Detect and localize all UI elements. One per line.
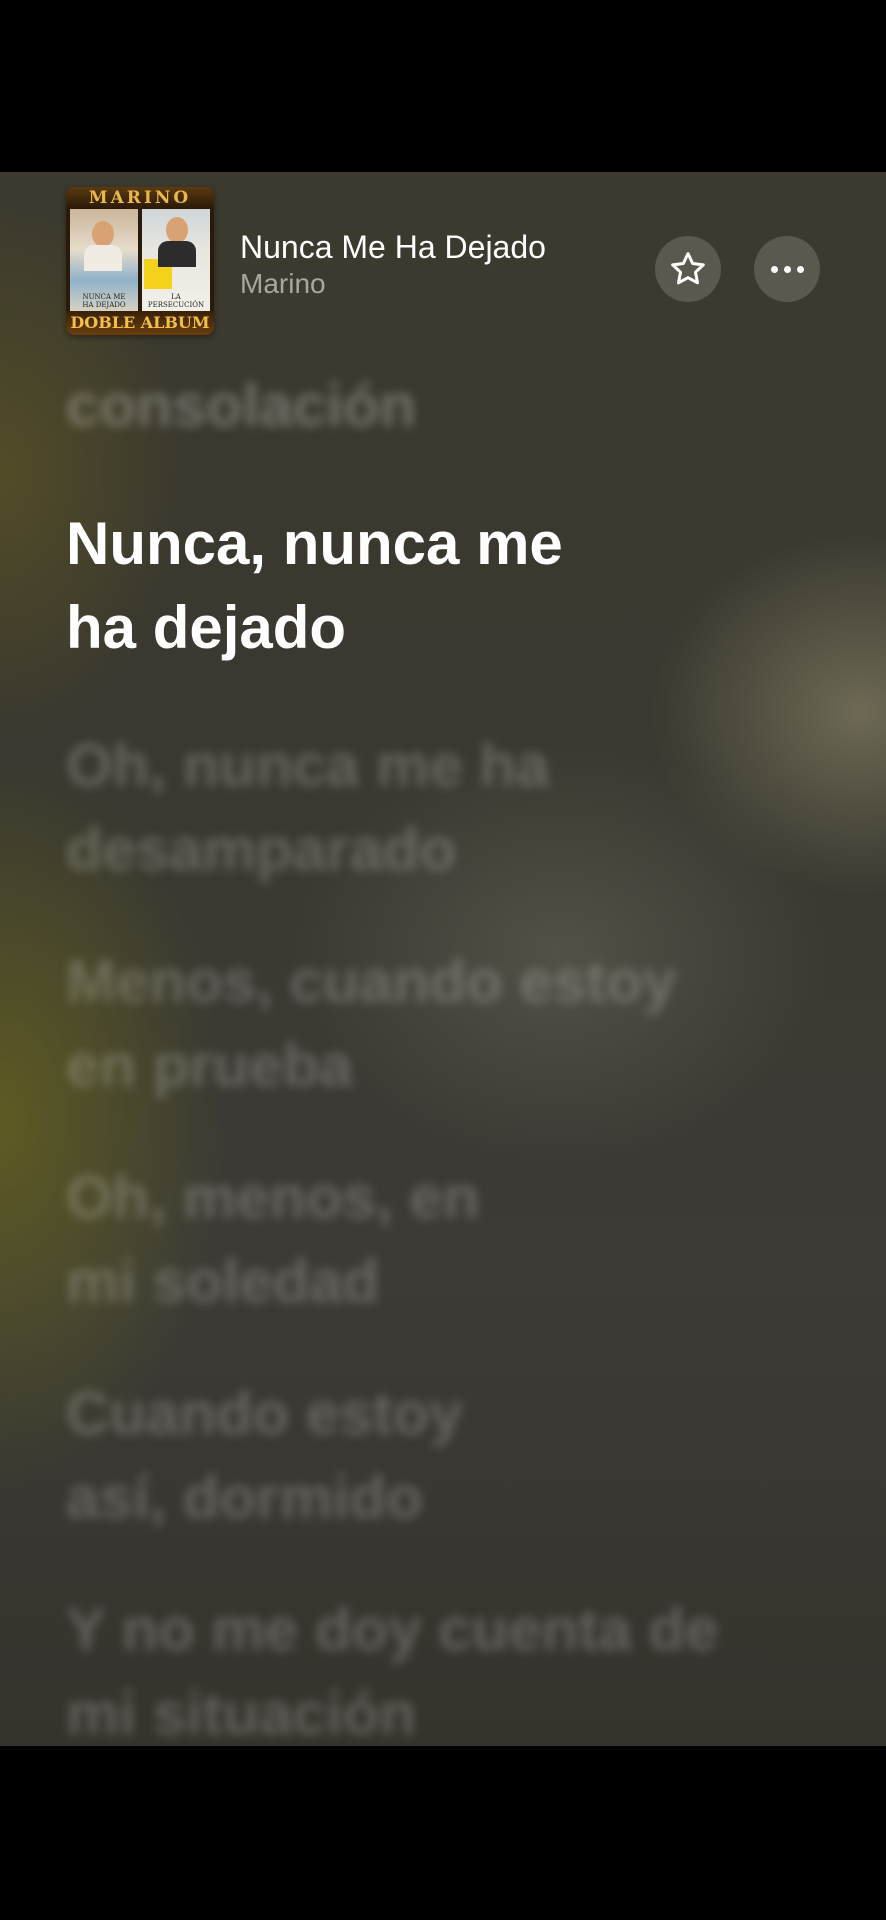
album-art-portrait bbox=[166, 217, 188, 243]
album-art-title: MARINO bbox=[66, 187, 214, 209]
lyric-line[interactable]: Oh, menos, en mi soledad bbox=[66, 1156, 846, 1324]
more-options-button[interactable] bbox=[754, 236, 820, 302]
track-info[interactable]: Nunca Me Ha Dejado Marino bbox=[240, 228, 546, 302]
track-artist: Marino bbox=[240, 268, 326, 299]
lyric-line-previous[interactable]: consolación bbox=[66, 364, 846, 448]
album-art-subtitle: DOBLE ALBUM bbox=[66, 311, 214, 335]
album-art-left-caption: NUNCA ME HA DEJADO bbox=[82, 293, 126, 309]
track-title: Nunca Me Ha Dejado bbox=[240, 229, 546, 265]
star-outline-icon bbox=[671, 252, 705, 285]
album-art-panels: NUNCA ME HA DEJADO LA PERSECUCIÓN bbox=[70, 209, 210, 311]
lyric-line[interactable]: Oh, nunca me ha desamparado bbox=[66, 724, 846, 892]
album-art-figure bbox=[158, 241, 196, 267]
lyric-line-active[interactable]: Nunca, nunca me ha dejado bbox=[66, 502, 846, 670]
album-art[interactable]: MARINO NUNCA ME HA DEJADO LA PERSECUCIÓN bbox=[66, 187, 214, 335]
ellipsis-icon bbox=[770, 265, 804, 273]
album-art-left-panel: NUNCA ME HA DEJADO bbox=[70, 209, 138, 311]
album-art-figure bbox=[84, 245, 122, 271]
album-art-right-caption: LA PERSECUCIÓN bbox=[147, 293, 205, 309]
status-bar-area bbox=[0, 0, 886, 172]
lyric-line[interactable]: Menos, cuando estoy en prueba bbox=[66, 940, 846, 1108]
lyrics-screen: MARINO NUNCA ME HA DEJADO LA PERSECUCIÓN bbox=[0, 172, 886, 1746]
lyric-line[interactable]: Cuando estoy así, dormido bbox=[66, 1372, 846, 1540]
album-art-right-panel: LA PERSECUCIÓN bbox=[142, 209, 210, 311]
lyric-line[interactable]: Y no me doy cuenta de mi situación bbox=[66, 1588, 846, 1746]
album-art-portrait bbox=[92, 221, 114, 247]
bottom-bar-area bbox=[0, 1746, 886, 1920]
favorite-button[interactable] bbox=[655, 236, 721, 302]
